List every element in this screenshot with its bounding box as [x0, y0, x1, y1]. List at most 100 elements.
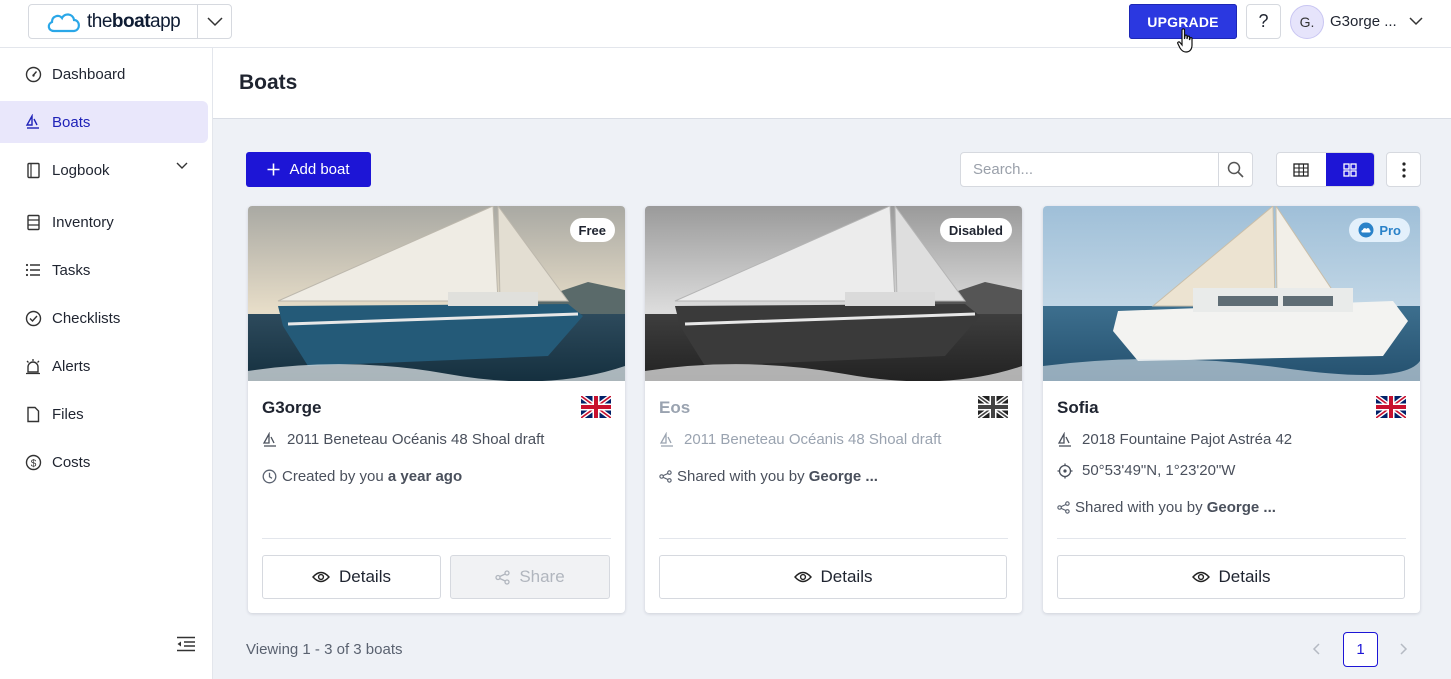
dollar-circle-icon: $ [24, 453, 42, 471]
app-switcher[interactable]: theboatapp [28, 4, 232, 39]
boat-model: 2011 Beneteau Océanis 48 Shoal draft [262, 431, 544, 448]
share-icon [495, 569, 510, 585]
eye-icon [793, 571, 812, 583]
collapse-sidebar-icon[interactable] [176, 636, 196, 652]
page-number-button[interactable]: 1 [1343, 632, 1378, 667]
plan-badge: Pro [1349, 218, 1410, 242]
sidebar-item-checklists[interactable]: Checklists [0, 297, 208, 339]
search-icon [1227, 161, 1244, 178]
details-button[interactable]: Details [262, 555, 441, 599]
sidebar-item-label: Tasks [52, 261, 91, 279]
boat-ownership: Created by you a year ago [262, 468, 462, 485]
divider [659, 538, 1008, 539]
uk-flag-icon [1376, 396, 1406, 418]
list-icon [24, 261, 42, 279]
share-button[interactable]: Share [450, 555, 610, 599]
share-icon [1057, 501, 1070, 514]
sidebar-item-dashboard[interactable]: Dashboard [0, 53, 208, 95]
main-content: Boats Add boat Search... Free G3orge 201… [213, 48, 1451, 679]
chevron-right-icon[interactable] [1400, 643, 1408, 655]
sidebar-item-label: Costs [52, 453, 91, 471]
sidebar-item-files[interactable]: Files [0, 393, 208, 435]
details-button[interactable]: Details [1057, 555, 1405, 599]
sidebar-item-label: Boats [52, 113, 91, 131]
avatar: G. [1290, 4, 1324, 39]
boat-image: Free [248, 206, 625, 381]
boat-image: Disabled [645, 206, 1022, 381]
chevron-down-icon [176, 162, 188, 169]
more-options-button[interactable] [1386, 152, 1421, 187]
table-view-button[interactable] [1277, 153, 1326, 186]
boat-ownership: Shared with you by George ... [1057, 499, 1276, 516]
add-boat-label: Add boat [289, 161, 350, 178]
sailboat-icon [262, 431, 276, 447]
uk-flag-icon [978, 396, 1008, 418]
boat-card: Free G3orge 2011 Beneteau Océanis 48 Sho… [248, 206, 625, 613]
gauge-icon [24, 65, 42, 83]
crosshair-icon [1057, 463, 1073, 478]
app-logo[interactable]: theboatapp [29, 5, 197, 38]
search-input[interactable] [961, 153, 1218, 186]
boat-name[interactable]: Sofia [1057, 398, 1099, 418]
sidebar-item-label: Files [52, 405, 84, 423]
search-button[interactable] [1218, 153, 1252, 186]
plan-badge: Disabled [939, 218, 1012, 242]
sidebar-item-tasks[interactable]: Tasks [0, 249, 208, 291]
sidebar-item-label: Alerts [52, 357, 91, 375]
divider [262, 538, 611, 539]
divider [1057, 538, 1406, 539]
sidebar-item-logbook[interactable]: Logbook [0, 149, 208, 191]
alarm-icon [24, 357, 42, 375]
chevron-left-icon[interactable] [1312, 643, 1320, 655]
sidebar-item-label: Inventory [52, 213, 114, 231]
share-icon [659, 470, 672, 483]
sidebar: Dashboard Boats Logbook Inventory Tasks … [0, 48, 213, 679]
user-menu[interactable]: G. G3orge ... [1290, 4, 1423, 39]
check-circle-icon [24, 309, 42, 327]
view-toggle [1276, 152, 1375, 187]
plus-icon [267, 163, 280, 176]
mouse-pointer-icon [1177, 28, 1193, 53]
inventory-icon [24, 213, 42, 231]
boat-model: 2018 Fountaine Pajot Astréa 42 [1057, 431, 1292, 448]
boat-position: 50°53'49"N, 1°23'20"W [1057, 462, 1235, 479]
app-name: theboatapp [87, 10, 181, 32]
sidebar-item-costs[interactable]: $ Costs [0, 441, 208, 483]
more-vertical-icon [1401, 161, 1406, 178]
boat-image: Pro [1043, 206, 1420, 381]
boat-name[interactable]: G3orge [262, 398, 322, 418]
boat-name[interactable]: Eos [659, 398, 690, 418]
details-button[interactable]: Details [659, 555, 1007, 599]
clock-icon [262, 469, 277, 484]
plan-badge: Free [569, 218, 615, 242]
chevron-down-icon [207, 16, 223, 26]
boat-ownership: Shared with you by George ... [659, 468, 878, 485]
svg-text:$: $ [30, 458, 36, 469]
grid-view-button[interactable] [1325, 153, 1374, 186]
page-header: Boats [213, 48, 1451, 119]
app-switcher-toggle[interactable] [197, 5, 231, 38]
page-title: Boats [239, 71, 298, 94]
sidebar-item-label: Dashboard [52, 65, 126, 83]
results-count: Viewing 1 - 3 of 3 boats [246, 641, 403, 658]
table-icon [1293, 162, 1309, 177]
user-name: G3orge ... [1330, 13, 1397, 30]
uk-flag-icon [581, 396, 611, 418]
eye-icon [312, 571, 330, 583]
help-button[interactable]: ? [1246, 4, 1281, 39]
grid-icon [1343, 162, 1357, 177]
boat-model: 2011 Beneteau Océanis 48 Shoal draft [659, 431, 941, 448]
sidebar-item-alerts[interactable]: Alerts [0, 345, 208, 387]
add-boat-button[interactable]: Add boat [246, 152, 371, 187]
sidebar-item-boats[interactable]: Boats [0, 101, 208, 143]
sailboat-icon [1057, 431, 1071, 447]
top-bar: theboatapp UPGRADE ? G. G3orge ... [0, 0, 1451, 48]
sidebar-item-label: Logbook [52, 161, 110, 179]
cloud-logo-icon [47, 12, 80, 32]
book-icon [24, 161, 42, 179]
search-box [960, 152, 1253, 187]
boat-card: Disabled Eos 2011 Beneteau Océanis 48 Sh… [645, 206, 1022, 613]
file-icon [24, 405, 42, 423]
chevron-down-icon [1409, 17, 1423, 26]
sidebar-item-inventory[interactable]: Inventory [0, 201, 208, 243]
